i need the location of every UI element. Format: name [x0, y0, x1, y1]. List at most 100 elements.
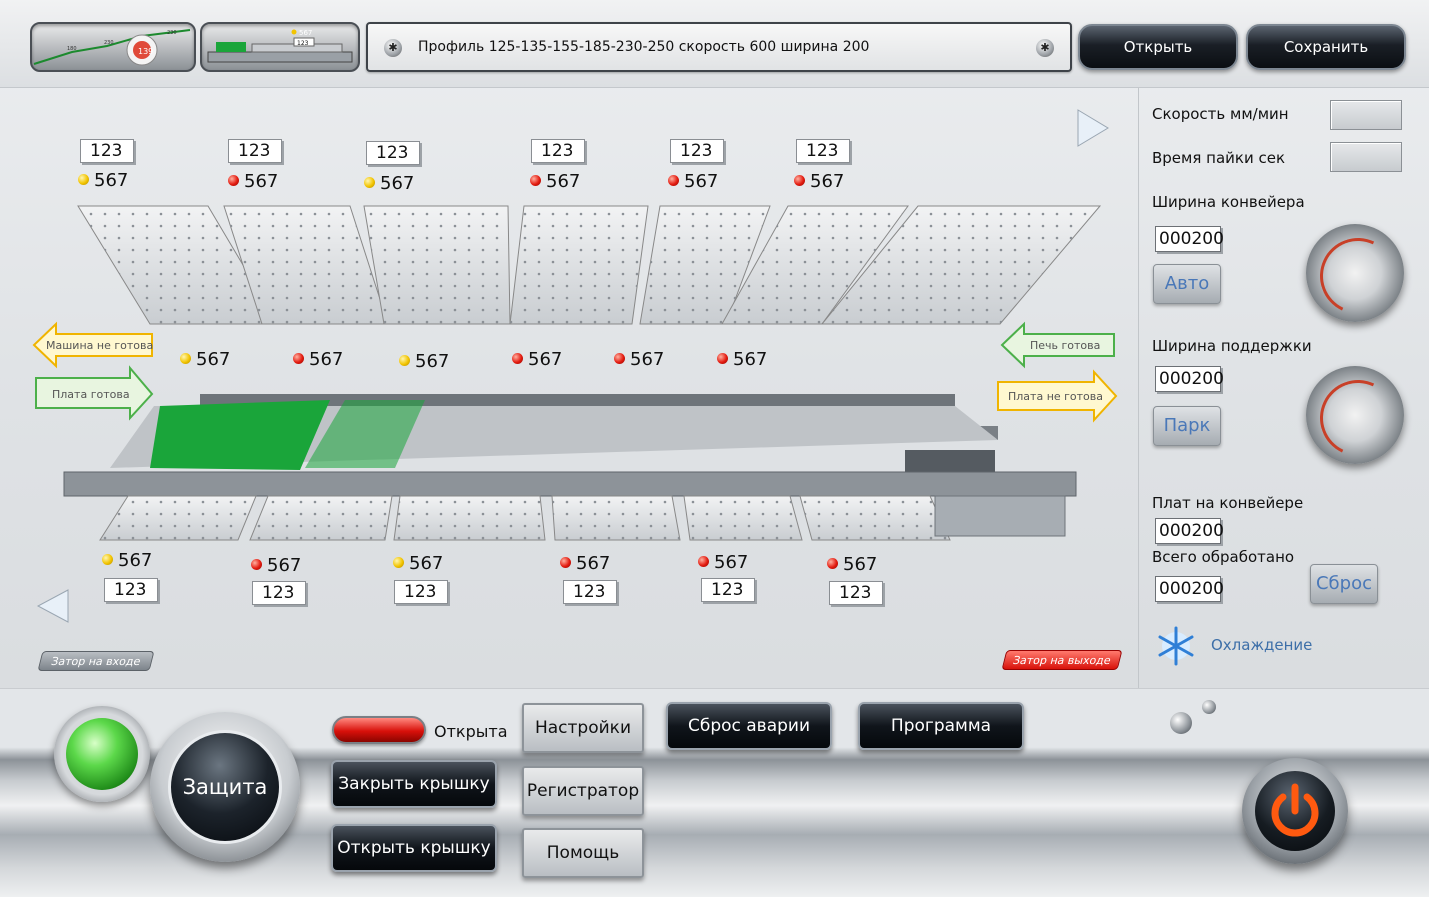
bottom-zone-setpoint[interactable]: 123: [252, 581, 306, 605]
oven-view-icon: 567 123: [207, 29, 353, 63]
protection-button[interactable]: Защита: [168, 730, 282, 844]
top-zone-temp: 567: [228, 171, 278, 192]
status-indicator-red: [698, 556, 709, 567]
save-button[interactable]: Сохранить: [1246, 24, 1406, 70]
status-indicator-yellow: [102, 554, 113, 565]
status-indicator-red: [293, 353, 304, 364]
bottom-heater-panels: [99, 495, 1066, 541]
status-indicator-yellow: [364, 177, 375, 188]
program-button[interactable]: Программа: [858, 702, 1024, 750]
total-processed-field: 000200: [1155, 576, 1224, 602]
settings-button[interactable]: Настройки: [522, 703, 644, 753]
bottom-zone-setpoint[interactable]: 123: [563, 580, 617, 604]
top-zone-temp: 567: [78, 170, 128, 191]
bottom-zone-temp: 567: [251, 555, 301, 576]
status-indicator-red: [530, 175, 541, 186]
status-indicator-red: [668, 175, 679, 186]
top-toolbar: 139 180 230 230 567 123 ✱ Профиль 125-13…: [0, 0, 1429, 88]
bottom-zone-setpoint[interactable]: 123: [829, 581, 883, 605]
support-width-knob-icon[interactable]: [1306, 366, 1404, 464]
park-button[interactable]: Парк: [1153, 406, 1221, 446]
status-indicator-red: [251, 559, 262, 570]
speed-label: Скорость мм/мин: [1152, 105, 1289, 123]
top-zone-setpoint[interactable]: 123: [366, 141, 420, 165]
bottom-zone-setpoint[interactable]: 123: [394, 580, 448, 604]
cooling-label: Охлаждение: [1211, 636, 1313, 654]
profile-display: ✱ Профиль 125-135-155-185-230-250 скорос…: [366, 22, 1072, 72]
bottom-zone-temp: 567: [560, 553, 610, 574]
status-indicator-yellow: [78, 174, 89, 185]
protection-button-housing: Защита: [150, 712, 300, 862]
screw-icon: [1170, 712, 1192, 734]
svg-text:567: 567: [299, 29, 312, 37]
next-page-arrow-icon[interactable]: [1077, 109, 1109, 147]
mid-zone-temp: 567: [717, 349, 767, 370]
auto-button[interactable]: Авто: [1153, 264, 1221, 304]
power-button[interactable]: [1255, 771, 1335, 851]
conveyor-width-field[interactable]: 000200: [1155, 226, 1224, 252]
support-width-field[interactable]: 000200: [1155, 366, 1224, 392]
snowflake-icon: [1158, 626, 1194, 666]
top-zone-temp: 567: [364, 173, 414, 194]
oven-view-thumbnail[interactable]: 567 123: [200, 22, 360, 72]
alarm-reset-button[interactable]: Сброс аварии: [666, 702, 832, 750]
status-indicator-yellow: [180, 353, 191, 364]
mid-zone-temp: 567: [180, 349, 230, 370]
thermal-profile-thumbnail[interactable]: 139 180 230 230: [30, 22, 196, 72]
profile-text: Профиль 125-135-155-185-230-250 скорость…: [418, 39, 870, 55]
logger-button[interactable]: Регистратор: [522, 766, 644, 816]
machine-not-ready-label: Машина не готова: [46, 339, 154, 352]
status-indicator-yellow: [393, 557, 404, 568]
top-zone-setpoint[interactable]: 123: [80, 139, 134, 163]
top-zone-temp: 567: [668, 171, 718, 192]
solder-time-input[interactable]: [1330, 142, 1402, 172]
top-zone-temp: 567: [530, 171, 580, 192]
lid-status-lamp: [332, 716, 426, 744]
status-indicator-red: [614, 353, 625, 364]
status-indicator-yellow: [399, 355, 410, 366]
star-icon[interactable]: ✱: [384, 39, 402, 57]
board-not-ready-label: Плата не готова: [1008, 390, 1104, 403]
speed-input[interactable]: [1330, 100, 1402, 130]
reset-counter-button[interactable]: Сброс: [1310, 564, 1378, 604]
help-button[interactable]: Помощь: [522, 828, 644, 878]
top-zone-setpoint[interactable]: 123: [670, 139, 724, 163]
status-indicator-red: [560, 557, 571, 568]
star-icon[interactable]: ✱: [1036, 39, 1054, 57]
top-zone-setpoint[interactable]: 123: [228, 139, 282, 163]
status-indicator-red: [827, 558, 838, 569]
status-indicator-red: [717, 353, 728, 364]
power-icon: [1271, 783, 1319, 837]
prev-page-arrow-icon[interactable]: [36, 589, 69, 623]
bottom-zone-temp: 567: [698, 552, 748, 573]
exit-grille: [905, 450, 995, 472]
bottom-zone-setpoint[interactable]: 123: [701, 578, 755, 602]
status-indicator-red: [512, 353, 523, 364]
top-zone-setpoint[interactable]: 123: [796, 139, 850, 163]
open-button[interactable]: Открыть: [1078, 24, 1238, 70]
close-lid-button[interactable]: Закрыть крышку: [331, 760, 497, 808]
input-jam-indicator: Затор на входе: [37, 651, 155, 671]
panel-divider: [1138, 88, 1139, 688]
profile-badge: 139: [138, 47, 153, 56]
open-lid-button[interactable]: Открыть крышку: [331, 824, 497, 872]
conveyor-width-knob-icon[interactable]: [1306, 224, 1404, 322]
svg-text:230: 230: [104, 40, 114, 46]
boards-on-conveyor-label: Плат на конвейере: [1152, 494, 1304, 512]
bottom-zone-temp: 567: [102, 550, 152, 571]
status-lamp-housing: [54, 706, 150, 802]
board-ready-label: Плата готова: [52, 388, 130, 401]
top-zone-setpoint[interactable]: 123: [531, 139, 585, 163]
bottom-zone-temp: 567: [393, 553, 443, 574]
top-zone-temp: 567: [794, 171, 844, 192]
pcb-board: [150, 400, 330, 470]
boards-on-conveyor-field: 000200: [1155, 518, 1224, 544]
lid-status-label: Открыта: [434, 722, 508, 741]
top-heater-panels: [77, 205, 1102, 325]
bottom-zone-setpoint[interactable]: 123: [104, 578, 158, 602]
screw-icon: [1202, 700, 1216, 714]
mid-zone-temp: 567: [399, 351, 449, 372]
thermal-profile-icon: 139 180 230 230: [33, 29, 191, 66]
support-width-label: Ширина поддержки: [1152, 337, 1312, 355]
total-processed-label: Всего обработано: [1152, 548, 1295, 566]
